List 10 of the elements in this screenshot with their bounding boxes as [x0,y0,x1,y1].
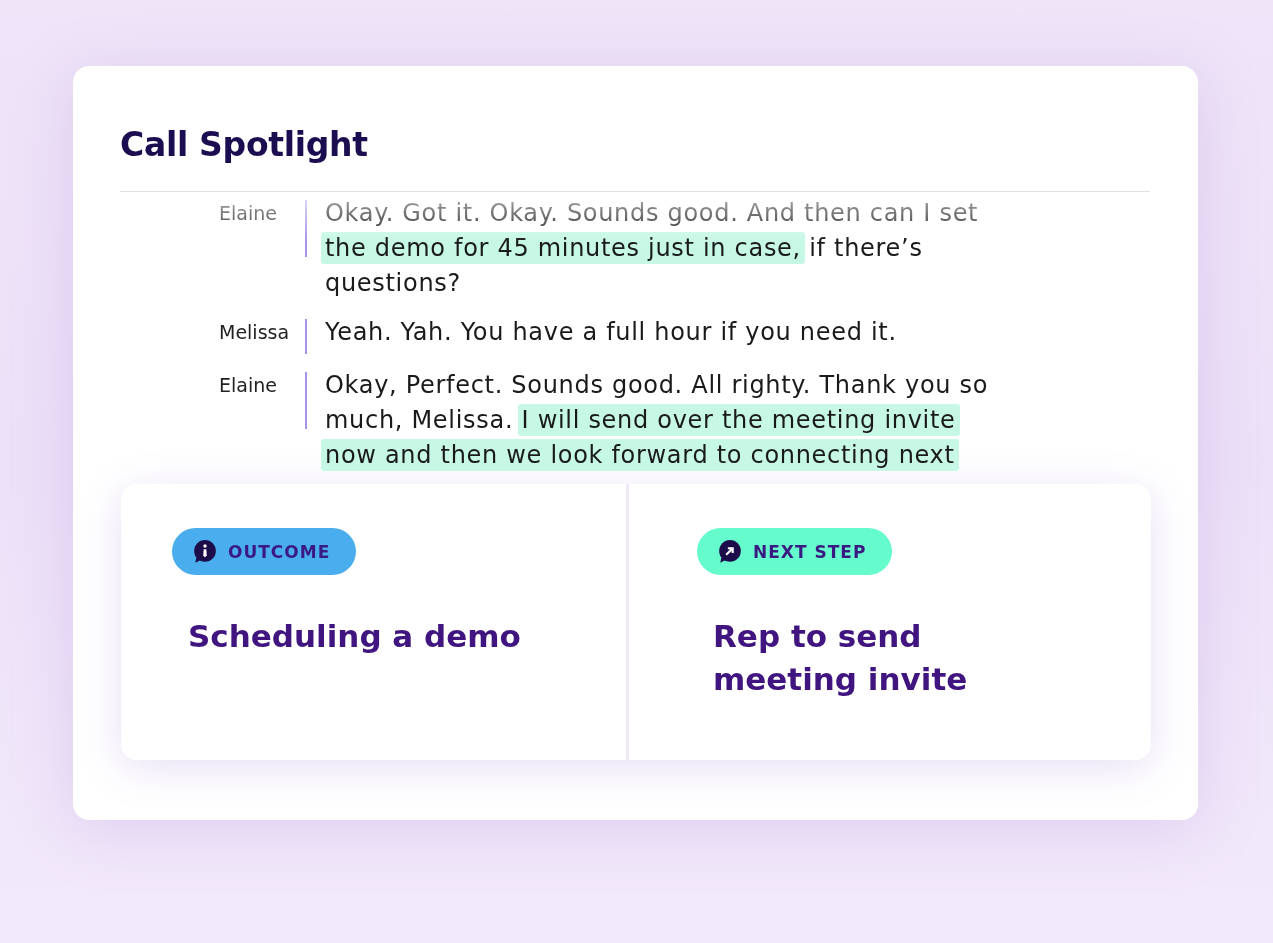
category-badge: OUTCOME [172,528,357,575]
insight-text: Rep to send meeting invite [713,617,969,699]
speaker-name: Elaine [219,373,278,398]
speaker-name: Melissa [219,320,291,345]
info-icon [192,538,218,565]
speaker-name: Elaine [219,201,278,226]
category-badge: NEXT STEP [697,528,893,575]
card-title: Call Spotlight [120,124,369,166]
insight-text: Scheduling a demo [188,617,522,656]
utterance-text: Yeah. Yah. You have a full hour if you need it. [325,317,898,348]
